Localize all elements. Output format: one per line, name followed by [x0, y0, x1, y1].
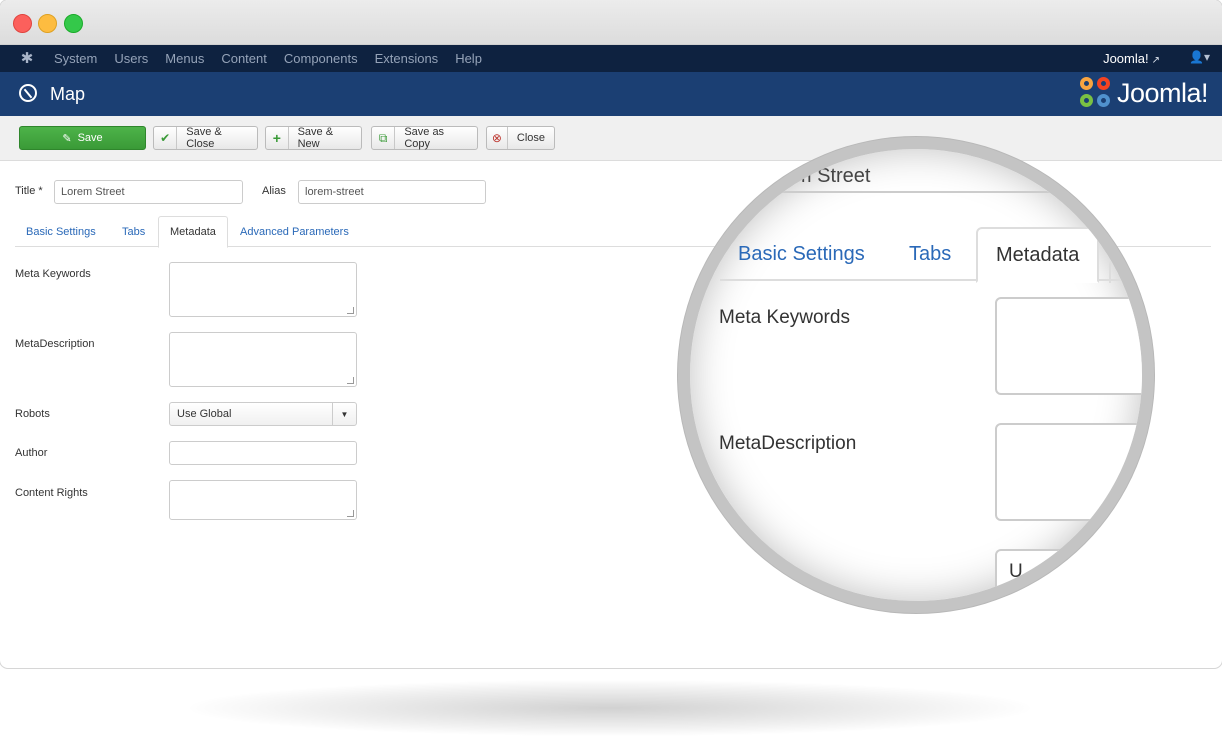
admin-navbar: ✱ System Users Menus Content Components … [0, 45, 1222, 72]
joomla-logo: Joomla! [1079, 77, 1209, 109]
title-label: Title * [15, 185, 43, 197]
save-button-label: Save [77, 132, 103, 144]
external-link-icon: ↗ [1151, 55, 1160, 66]
meta-description-textarea[interactable] [169, 332, 357, 387]
magnified-meta-description-label: MetaDescription [719, 433, 857, 454]
menu-extensions[interactable]: Extensions [375, 51, 439, 66]
menu-help[interactable]: Help [455, 51, 482, 66]
magnified-tab-metadata: Metadata [976, 227, 1100, 283]
author-label: Author [15, 447, 48, 459]
joomla-logo-text: Joomla! [1116, 77, 1209, 108]
user-menu-icon[interactable]: 👤▾ [1189, 50, 1210, 64]
menu-users[interactable]: Users [114, 51, 148, 66]
close-window-button[interactable] [13, 14, 32, 33]
joomla-menu-icon[interactable]: ✱ [18, 50, 36, 68]
magnified-robots-select: U [995, 549, 1142, 601]
save-close-button[interactable]: ✔ Save & Close [153, 126, 258, 150]
menu-menus[interactable]: Menus [165, 51, 204, 66]
meta-description-label: MetaDescription [15, 338, 95, 350]
save-close-label: Save & Close [186, 126, 222, 150]
magnified-meta-keywords-box [995, 297, 1142, 395]
caret-down-icon: ▼ [332, 403, 356, 425]
meta-keywords-label: Meta Keywords [15, 268, 91, 280]
close-label: Close [516, 132, 545, 144]
admin-menu: System Users Menus Content Components Ex… [54, 45, 499, 72]
save-new-label: Save & New [297, 126, 334, 150]
cancel-icon: ⊗ [487, 127, 508, 149]
edit-icon: ✎ [62, 132, 72, 145]
window-shadow [190, 680, 1030, 736]
window-titlebar [0, 0, 1222, 45]
page-title: Map [50, 84, 86, 104]
magnified-tab-bar: Basic Settings Tabs Metadata [720, 227, 1142, 283]
menu-components[interactable]: Components [284, 51, 358, 66]
tab-basic-settings[interactable]: Basic Settings [15, 216, 107, 247]
magnified-tab-edge [1109, 259, 1142, 283]
page-header: Map Joomla! [0, 72, 1222, 116]
save-copy-button[interactable]: ⧉ Save as Copy [371, 126, 478, 150]
app-window: ✱ System Users Menus Content Components … [0, 0, 1222, 668]
content-rights-label: Content Rights [15, 487, 88, 499]
site-link-label: Joomla! [1103, 51, 1149, 66]
magnified-tab-basic-settings: Basic Settings [738, 242, 865, 265]
robots-select-value: Use Global [177, 408, 232, 420]
content-rights-textarea[interactable] [169, 480, 357, 520]
meta-keywords-textarea[interactable] [169, 262, 357, 317]
save-copy-label: Save as Copy [404, 126, 445, 150]
joomla-logo-icon [1079, 77, 1112, 109]
menu-content[interactable]: Content [221, 51, 267, 66]
robots-select[interactable]: Use Global ▼ [169, 402, 357, 426]
site-link[interactable]: Joomla! ↗ [1103, 51, 1160, 66]
author-input[interactable] [169, 441, 357, 465]
tab-tabs[interactable]: Tabs [111, 216, 156, 247]
magnified-view: orem Street Basic Settings Tabs Metadata… [690, 149, 1142, 601]
title-input[interactable]: Lorem Street [54, 180, 243, 204]
check-icon: ✔ [154, 127, 178, 149]
plus-icon: + [266, 127, 289, 149]
zoom-window-button[interactable] [64, 14, 83, 33]
save-button[interactable]: ✎ Save [19, 126, 146, 150]
save-new-button[interactable]: + Save & New [265, 126, 362, 150]
magnified-meta-description-box [995, 423, 1142, 521]
compass-icon [19, 84, 37, 102]
minimize-window-button[interactable] [38, 14, 57, 33]
tab-metadata[interactable]: Metadata [158, 216, 228, 248]
alias-input[interactable]: lorem-street [298, 180, 486, 204]
copy-icon: ⧉ [372, 127, 396, 149]
magnified-meta-keywords-label: Meta Keywords [719, 307, 850, 328]
menu-system[interactable]: System [54, 51, 97, 66]
magnified-tab-tabs: Tabs [909, 242, 952, 265]
alias-label: Alias [262, 185, 286, 197]
close-button[interactable]: ⊗ Close [486, 126, 555, 150]
tab-advanced-parameters[interactable]: Advanced Parameters [229, 216, 360, 247]
magnifier-lens: orem Street Basic Settings Tabs Metadata… [678, 137, 1154, 613]
robots-label: Robots [15, 408, 50, 420]
